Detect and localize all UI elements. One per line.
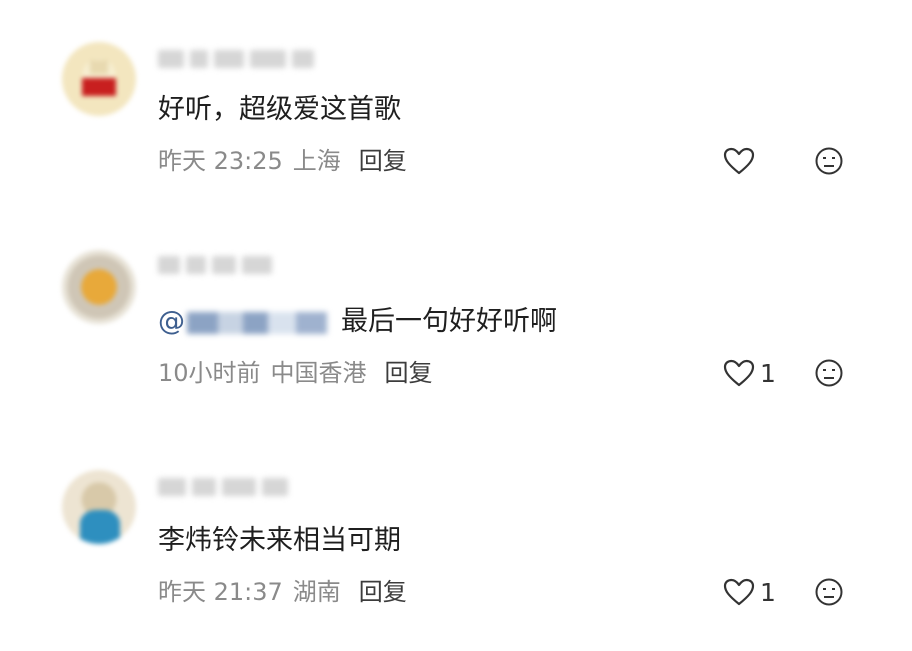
heart-outline-icon <box>723 147 755 175</box>
mention-name-blurred <box>187 311 327 334</box>
mention-at: @ <box>158 306 185 337</box>
heart-outline-icon <box>723 359 755 387</box>
reply-button[interactable]: 回复 <box>359 578 407 606</box>
like-button[interactable]: 1 <box>722 358 776 388</box>
like-button[interactable]: 1 <box>722 577 776 607</box>
username-blurred[interactable] <box>158 474 288 500</box>
comment-time: 昨天 21:37 <box>158 578 283 606</box>
frown-face-icon[interactable] <box>814 358 844 388</box>
comment-meta: 昨天 21:37 湖南 回复 <box>158 577 407 607</box>
comment-location: 上海 <box>292 147 341 175</box>
username-blurred[interactable] <box>158 252 272 278</box>
reply-button[interactable]: 回复 <box>359 147 407 175</box>
like-count: 1 <box>760 577 776 607</box>
mention-link[interactable]: @ <box>158 305 327 339</box>
comment-time: 10小时前 <box>158 359 261 387</box>
frown-face-icon[interactable] <box>814 146 844 176</box>
username-blurred[interactable] <box>158 46 314 72</box>
like-button[interactable] <box>722 146 760 176</box>
comment-location: 湖南 <box>292 578 341 606</box>
comment-location: 中国香港 <box>270 359 367 387</box>
avatar[interactable] <box>62 470 136 544</box>
avatar[interactable] <box>62 42 136 116</box>
comment-time: 昨天 23:25 <box>158 147 283 175</box>
avatar[interactable] <box>62 250 136 324</box>
heart-outline-icon <box>723 578 755 606</box>
reply-button[interactable]: 回复 <box>385 359 433 387</box>
comment-text: 最后一句好好听啊 <box>341 306 557 337</box>
comment-text: 李炜铃未来相当可期 <box>158 525 401 556</box>
comment-meta: 10小时前 中国香港 回复 <box>158 358 433 388</box>
frown-face-icon[interactable] <box>814 577 844 607</box>
comment-text-row: @ 最后一句好好听啊 <box>158 305 557 339</box>
comment-meta: 昨天 23:25 上海 回复 <box>158 146 407 176</box>
comment-text: 好听，超级爱这首歌 <box>158 94 401 125</box>
like-count: 1 <box>760 358 776 388</box>
